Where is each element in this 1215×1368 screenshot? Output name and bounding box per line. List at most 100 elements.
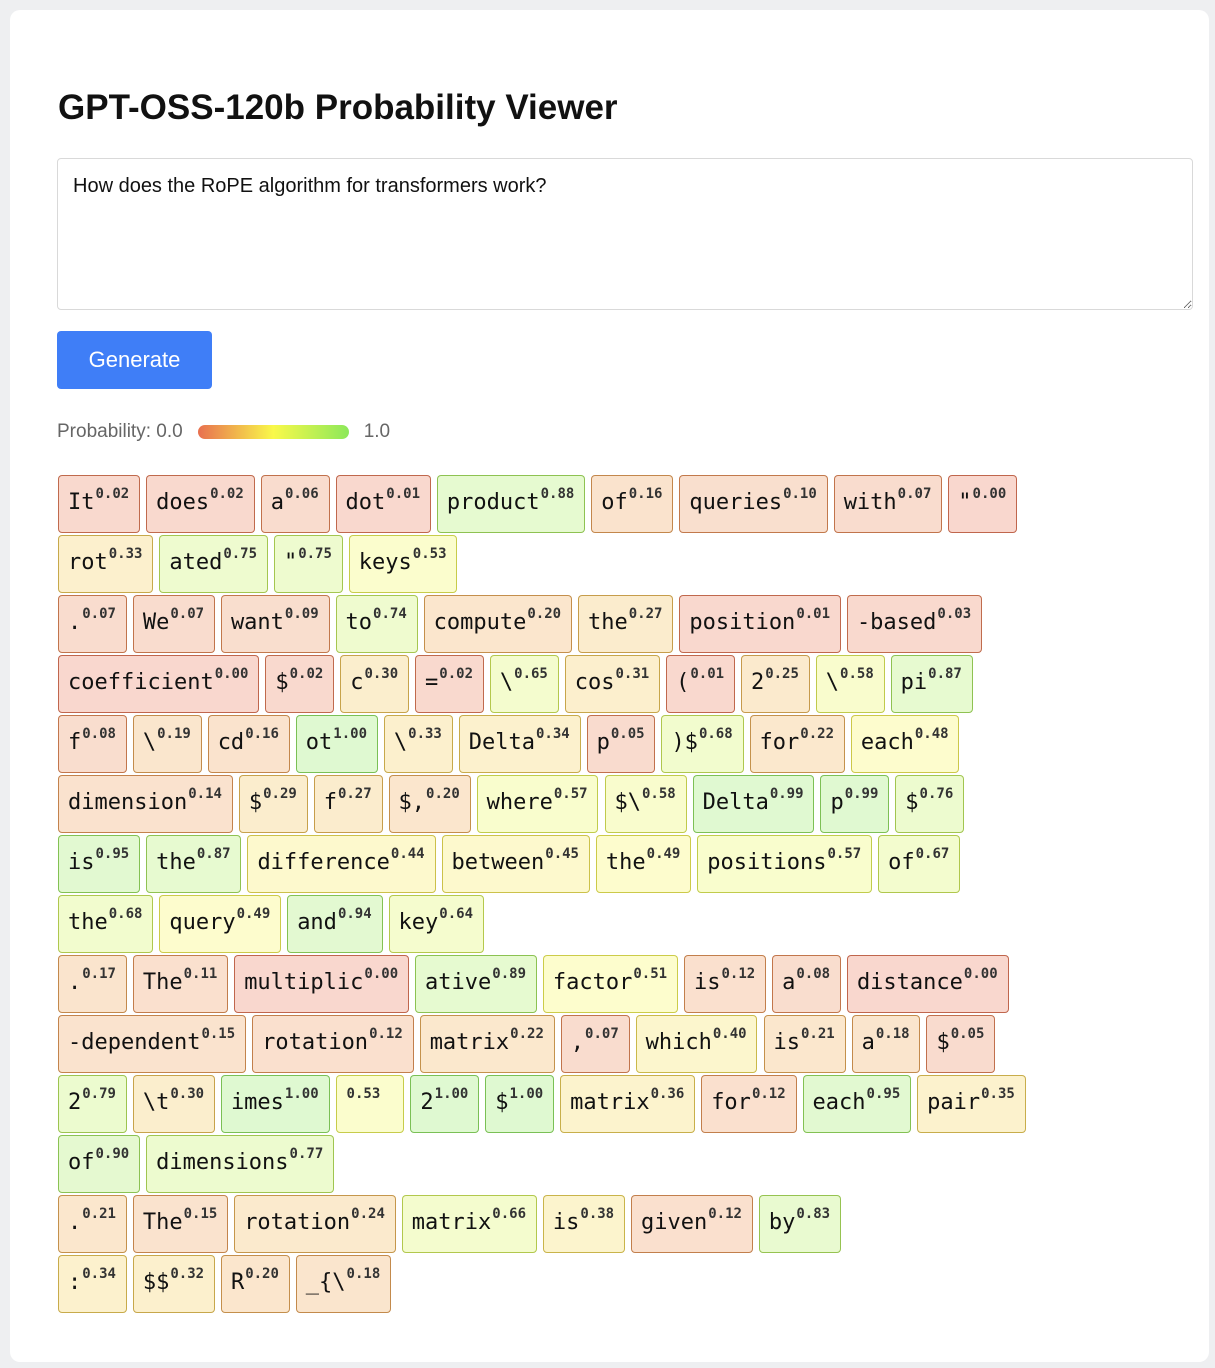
token-chip[interactable]: We0.07 <box>132 595 215 653</box>
token-chip[interactable]: The0.11 <box>132 955 229 1013</box>
token-chip[interactable]: multiplic0.00 <box>234 955 410 1013</box>
token-chip[interactable]: Delta0.99 <box>692 775 815 833</box>
token-chip[interactable]: each0.95 <box>802 1075 912 1133</box>
token-chip[interactable]: -dependent0.15 <box>58 1015 247 1073</box>
token-chip[interactable]: is0.38 <box>542 1195 625 1253</box>
token-chip[interactable]: for0.22 <box>749 715 845 773</box>
token-chip[interactable]: \0.33 <box>383 715 453 773</box>
token-chip[interactable]: \0.58 <box>815 655 885 713</box>
token-chip[interactable]: which0.40 <box>635 1015 758 1073</box>
token-chip[interactable]: matrix0.36 <box>560 1075 696 1133</box>
token-chip[interactable]: \t0.30 <box>132 1075 215 1133</box>
token-chip[interactable]: cd0.16 <box>207 715 290 773</box>
token-chip[interactable]: =0.02 <box>415 655 484 713</box>
token-chip[interactable]: dimensions0.77 <box>146 1135 335 1193</box>
token-chip[interactable]: between0.45 <box>441 835 590 893</box>
token-chip[interactable]: a0.06 <box>260 475 330 533</box>
token-chip[interactable]: is0.21 <box>763 1015 846 1073</box>
token-chip[interactable]: cos0.31 <box>564 655 661 713</box>
token-chip[interactable]: c0.30 <box>340 655 410 713</box>
token-chip[interactable]: "0.00 <box>948 475 1018 533</box>
token-chip[interactable]: of0.90 <box>58 1135 141 1193</box>
token-chip[interactable]: pair0.35 <box>917 1075 1026 1133</box>
token-chip[interactable]: $1.00 <box>485 1075 555 1133</box>
token-chip[interactable]: with0.07 <box>833 475 943 533</box>
token-chip[interactable]: position0.01 <box>679 595 841 653</box>
token-chip[interactable]: to0.74 <box>335 595 418 653</box>
token-chip[interactable]: dimension0.14 <box>58 775 233 833</box>
token-chip[interactable]: rotation0.12 <box>252 1015 414 1073</box>
token-chip[interactable]: coefficient0.00 <box>58 655 260 713</box>
token-chip[interactable]: It0.02 <box>58 475 141 533</box>
token-chip[interactable]: :0.34 <box>58 1255 127 1313</box>
token-chip[interactable]: 20.79 <box>58 1075 127 1133</box>
token-chip[interactable]: each0.48 <box>850 715 960 773</box>
token-chip[interactable]: queries0.10 <box>679 475 828 533</box>
token-chip[interactable]: the0.68 <box>58 895 154 953</box>
token-chip[interactable]: $0.76 <box>895 775 965 833</box>
token-chip[interactable]: -based0.03 <box>846 595 983 653</box>
token-chip[interactable]: .0.07 <box>58 595 127 653</box>
token-chip[interactable]: ated0.75 <box>159 535 268 593</box>
token-chip[interactable]: \0.19 <box>132 715 202 773</box>
token-chip[interactable]: positions0.57 <box>697 835 873 893</box>
token-chip[interactable]: of0.67 <box>878 835 961 893</box>
token-chip[interactable]: )$0.68 <box>661 715 744 773</box>
token-chip[interactable]: ative0.89 <box>415 955 537 1013</box>
token-chip[interactable]: matrix0.22 <box>419 1015 555 1073</box>
token-chip[interactable]: $0.05 <box>926 1015 996 1073</box>
token-chip[interactable]: imes1.00 <box>220 1075 330 1133</box>
token-chip[interactable]: the0.27 <box>578 595 674 653</box>
prompt-input[interactable]: How does the RoPE algorithm for transfor… <box>57 158 1193 310</box>
token-chip[interactable]: compute0.20 <box>423 595 572 653</box>
token-chip[interactable]: p0.05 <box>586 715 656 773</box>
token-chip[interactable]: a0.08 <box>772 955 841 1013</box>
token-chip[interactable]: keys0.53 <box>348 535 458 593</box>
token-chip[interactable]: $0.02 <box>265 655 335 713</box>
token-chip[interactable]: pi0.87 <box>890 655 973 713</box>
token-chip[interactable]: for0.12 <box>701 1075 797 1133</box>
token-chip[interactable]: 20.25 <box>740 655 810 713</box>
token-chip[interactable]: by0.83 <box>758 1195 841 1253</box>
token-chip[interactable]: dot0.01 <box>335 475 431 533</box>
token-chip[interactable]: product0.88 <box>436 475 586 533</box>
token-chip[interactable]: $\0.58 <box>604 775 687 833</box>
token-chip[interactable]: .0.17 <box>58 955 127 1013</box>
token-chip[interactable]: 21.00 <box>410 1075 480 1133</box>
token-chip[interactable]: where0.57 <box>476 775 599 833</box>
token-chip[interactable]: $$0.32 <box>132 1255 215 1313</box>
token-chip[interactable]: Delta0.34 <box>458 715 581 773</box>
generate-button[interactable]: Generate <box>57 331 212 389</box>
token-chip[interactable]: distance0.00 <box>846 955 1009 1013</box>
token-chip[interactable]: and0.94 <box>287 895 383 953</box>
token-chip[interactable]: key0.64 <box>388 895 484 953</box>
token-chip[interactable]: rotation0.24 <box>234 1195 396 1253</box>
token-chip[interactable]: \0.65 <box>489 655 559 713</box>
token-chip[interactable]: 0.53 <box>335 1075 405 1133</box>
token-chip[interactable]: difference0.44 <box>247 835 436 893</box>
token-chip[interactable]: a0.18 <box>851 1015 921 1073</box>
token-chip[interactable]: .0.21 <box>58 1195 127 1253</box>
token-chip[interactable]: f0.08 <box>58 715 127 773</box>
token-chip[interactable]: factor0.51 <box>542 955 678 1013</box>
token-chip[interactable]: The0.15 <box>132 1195 229 1253</box>
token-chip[interactable]: query0.49 <box>159 895 282 953</box>
token-chip[interactable]: f0.27 <box>313 775 383 833</box>
token-chip[interactable]: ot1.00 <box>295 715 378 773</box>
token-chip[interactable]: $,0.20 <box>388 775 471 833</box>
token-chip[interactable]: the0.49 <box>595 835 692 893</box>
token-chip[interactable]: given0.12 <box>631 1195 753 1253</box>
token-chip[interactable]: is0.95 <box>58 835 141 893</box>
token-chip[interactable]: $0.29 <box>238 775 308 833</box>
token-chip[interactable]: want0.09 <box>220 595 330 653</box>
token-chip[interactable]: rot0.33 <box>58 535 154 593</box>
token-chip[interactable]: does0.02 <box>146 475 255 533</box>
token-chip[interactable]: p0.99 <box>820 775 890 833</box>
token-chip[interactable]: _{\0.18 <box>295 1255 392 1313</box>
token-chip[interactable]: R0.20 <box>220 1255 290 1313</box>
token-chip[interactable]: the0.87 <box>146 835 242 893</box>
token-chip[interactable]: (0.01 <box>666 655 735 713</box>
token-chip[interactable]: is0.12 <box>684 955 767 1013</box>
token-chip[interactable]: "0.75 <box>273 535 343 593</box>
token-chip[interactable]: of0.16 <box>591 475 674 533</box>
